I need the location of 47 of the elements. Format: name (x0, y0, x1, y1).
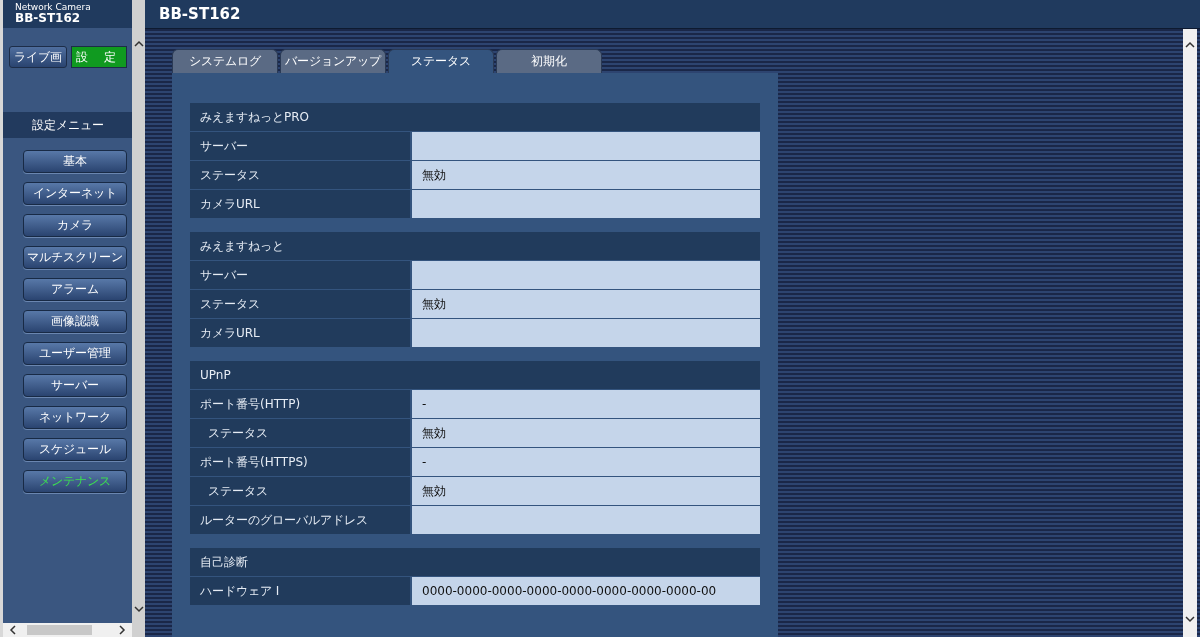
menu-title: 設定メニュー (3, 112, 132, 138)
row-label: ステータス (190, 161, 410, 189)
value-cell: 無効 (412, 290, 760, 318)
tab[interactable]: 初期化 (496, 49, 602, 73)
value-cell: 0000-0000-0000-0000-0000-0000-0000-0000-00 (412, 577, 760, 605)
section-heading: みえますねっとPRO (190, 103, 760, 131)
menu-button[interactable]: カメラ (23, 214, 127, 237)
section-heading: みえますねっと (190, 232, 760, 260)
product-label: Network Camera (15, 2, 92, 12)
row-label: カメラURL (190, 319, 410, 347)
row-label: サーバー (190, 261, 410, 289)
menu-button[interactable]: 画像認識 (23, 310, 127, 333)
section-heading: UPnP (190, 361, 760, 389)
row-label: ポート番号(HTTPS) (190, 448, 410, 476)
menu-button[interactable]: メンテナンス (23, 470, 127, 493)
horizontal-scrollbar[interactable] (3, 623, 132, 637)
menu-button[interactable]: ネットワーク (23, 406, 127, 429)
value-cell: 無効 (412, 161, 760, 189)
row-label: ポート番号(HTTP) (190, 390, 410, 418)
menu-button[interactable]: アラーム (23, 278, 127, 301)
tab[interactable]: ステータス (388, 49, 494, 73)
row-label: ルーターのグローバルアドレス (190, 506, 410, 534)
page-scrollbar[interactable] (1183, 29, 1197, 637)
tab[interactable]: バージョンアップ (280, 49, 386, 73)
menu-button[interactable]: マルチスクリーン (23, 246, 127, 269)
mode-button[interactable]: ライブ画 (9, 46, 67, 68)
row-label: ステータス (190, 419, 410, 447)
value-cell: - (412, 390, 760, 418)
menu-button[interactable]: スケジュール (23, 438, 127, 461)
row-label: サーバー (190, 132, 410, 160)
row-label: ハードウェア I (190, 577, 410, 605)
mode-button[interactable]: 設 定 (71, 46, 127, 68)
menu-button[interactable]: インターネット (23, 182, 127, 205)
model-label: BB-ST162 (15, 12, 82, 25)
row-label: ステータス (190, 290, 410, 318)
page-title: BB-ST162 (159, 5, 241, 23)
row-label: ステータス (190, 477, 410, 505)
menu-button[interactable]: 基本 (23, 150, 127, 173)
row-label: カメラURL (190, 190, 410, 218)
tab[interactable]: システムログ (172, 49, 278, 73)
menu-button[interactable]: ユーザー管理 (23, 342, 127, 365)
value-cell: 無効 (412, 477, 760, 505)
value-cell: - (412, 448, 760, 476)
section-heading: 自己診断 (190, 548, 760, 576)
menu-button[interactable]: サーバー (23, 374, 127, 397)
vertical-scrollbar[interactable] (132, 0, 145, 637)
value-cell: 無効 (412, 419, 760, 447)
